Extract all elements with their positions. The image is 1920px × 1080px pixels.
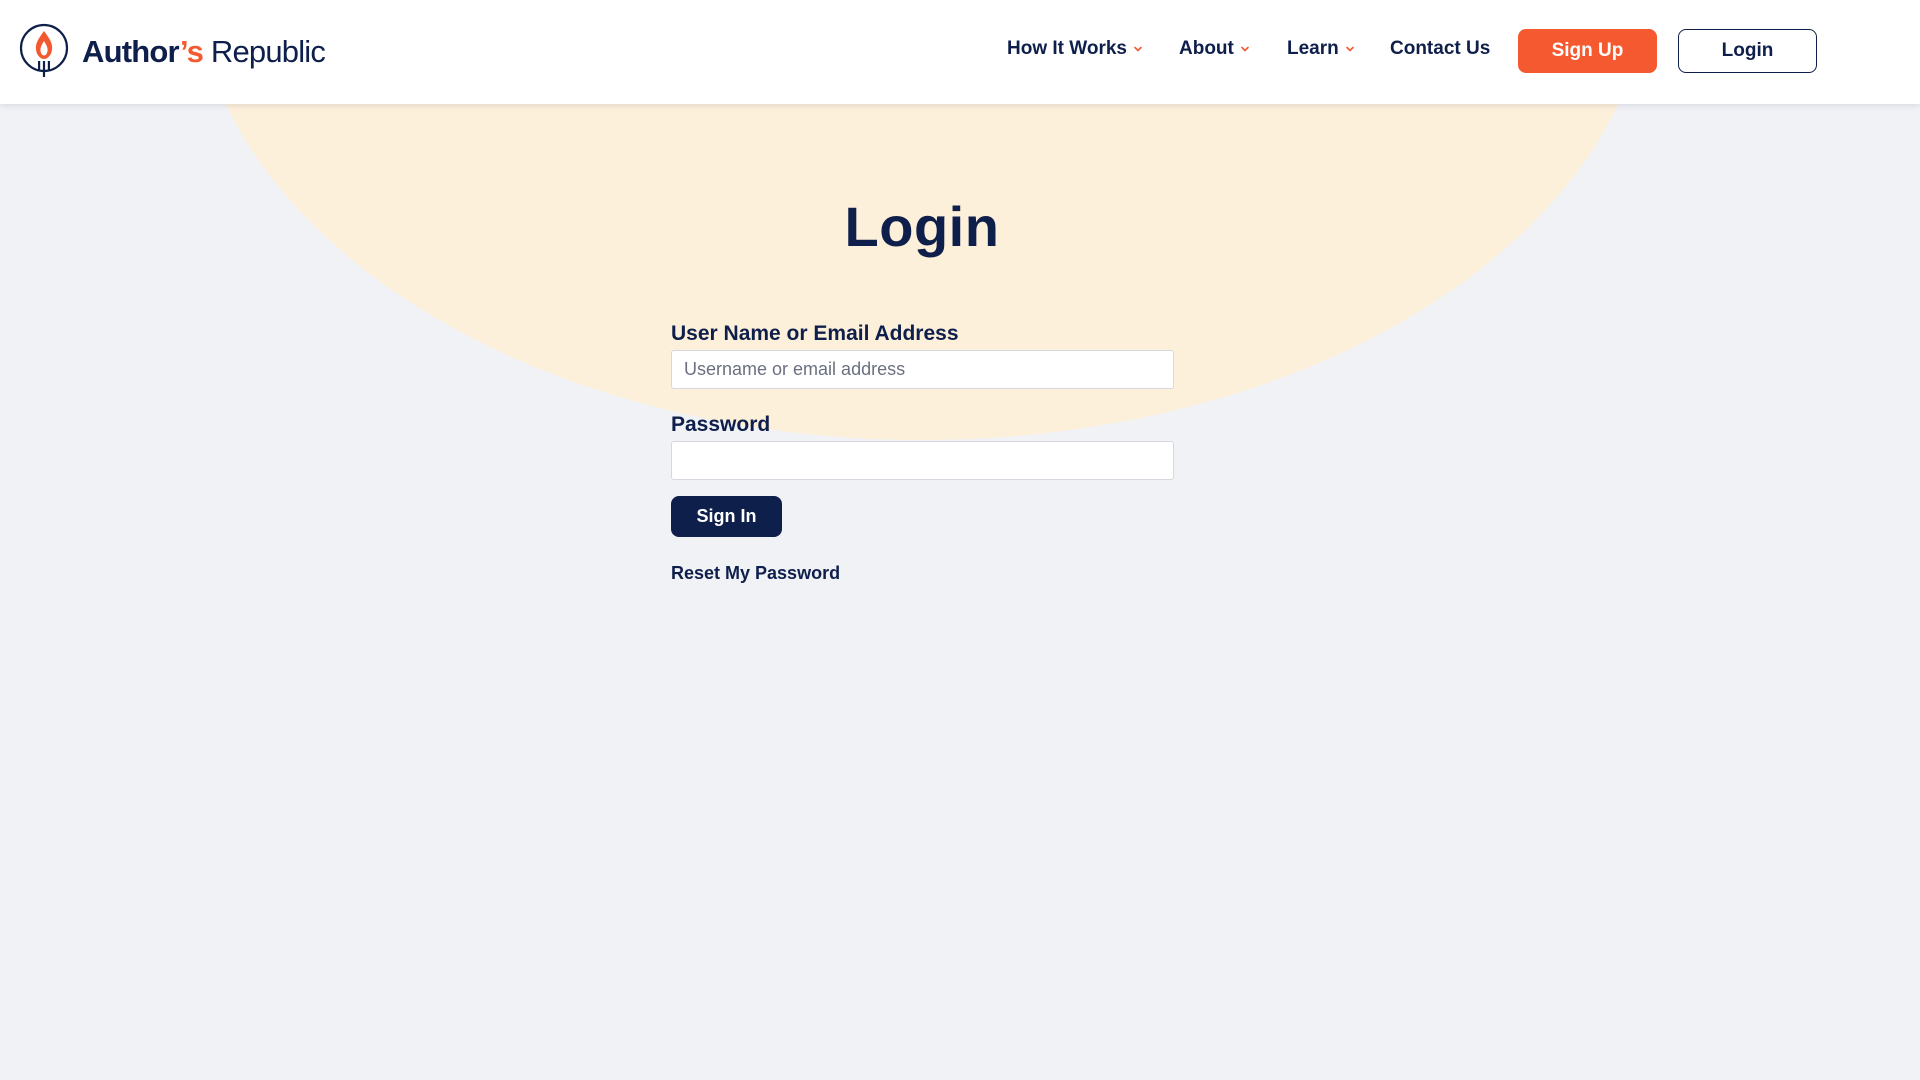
reset-password-link[interactable]: Reset My Password — [671, 563, 1174, 584]
nav-how-it-works-label: How It Works — [1007, 38, 1127, 59]
nav-learn[interactable]: Learn — [1287, 38, 1355, 60]
header-login-button[interactable]: Login — [1678, 29, 1817, 73]
username-input[interactable] — [671, 350, 1174, 389]
nav-how-it-works[interactable]: How It Works — [1007, 38, 1143, 60]
username-label: User Name or Email Address — [671, 322, 959, 345]
password-input[interactable] — [671, 441, 1174, 480]
nav-contact-us[interactable]: Contact Us — [1390, 38, 1490, 60]
site-logo[interactable]: Author’s Republic — [18, 22, 326, 80]
logo-wordmark: Author’s Republic — [82, 33, 326, 69]
nav-about-label: About — [1179, 38, 1234, 59]
logo-word-republic: Republic — [210, 33, 326, 69]
sign-in-button[interactable]: Sign In — [671, 496, 782, 537]
sign-up-button[interactable]: Sign Up — [1518, 29, 1657, 73]
password-field-group: Password — [671, 413, 1174, 480]
page-title: Login — [844, 194, 1000, 258]
nav-about[interactable]: About — [1179, 38, 1250, 60]
username-field-group: User Name or Email Address — [671, 322, 1174, 389]
page: Author’s Republic How It Works About Lea… — [0, 0, 1920, 1080]
nav-learn-label: Learn — [1287, 38, 1339, 59]
nav-contact-us-label: Contact Us — [1390, 38, 1491, 59]
flame-quill-icon — [19, 23, 69, 77]
logo-apostrophe-s: ’s — [179, 33, 204, 69]
login-form: User Name or Email Address Password Sign… — [671, 322, 1174, 584]
chevron-down-icon — [1345, 46, 1354, 52]
logo-word-author: Author — [82, 33, 181, 69]
password-label: Password — [671, 413, 771, 436]
chevron-down-icon — [1241, 46, 1249, 52]
main-content: Login User Name or Email Address Passwor… — [0, 104, 1920, 1080]
chevron-down-icon — [1134, 46, 1142, 52]
site-header: Author’s Republic How It Works About Lea… — [0, 0, 1920, 104]
